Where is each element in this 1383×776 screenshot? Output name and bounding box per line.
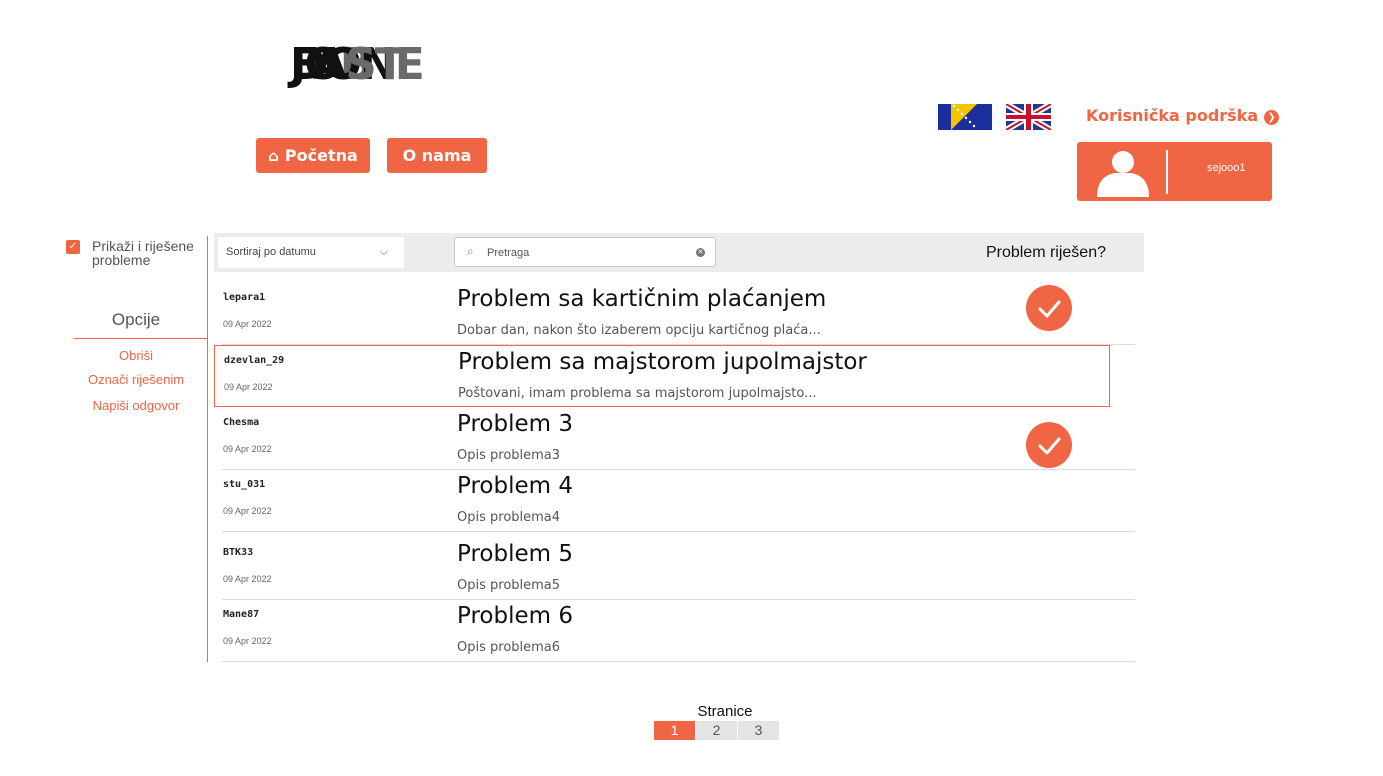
problem-title: Problem 6 [457,603,573,629]
toolbar: Sortiraj po datumu ⌵ ⌕ ✕ Problem riješen… [214,233,1144,272]
problem-description: Opis problema5 [457,578,561,593]
sort-dropdown[interactable]: Sortiraj po datumu ⌵ [218,237,404,268]
support-link-label: Korisnička podrška [1086,106,1259,125]
problem-date: 09 Apr 2022 [223,636,272,646]
problem-row[interactable]: BTK33 09 Apr 2022 Problem 5 Opis problem… [214,538,1135,600]
page-2-button[interactable]: 2 [696,721,738,740]
problem-title: Problem sa kartičnim plaćanjem [457,286,827,312]
sort-label: Sortiraj po datumu [226,246,316,258]
problem-title: Problem 4 [457,473,573,499]
problem-row[interactable]: Chesma 09 Apr 2022 Problem 3 Opis proble… [214,408,1135,470]
logo[interactable]: JOB DONE FAST [76,43,425,176]
problem-description: Opis problema4 [457,510,561,525]
problem-user: stu_031 [223,479,266,490]
problem-date: 09 Apr 2022 [223,574,272,584]
problem-description: Poštovani, imam problema sa majstorom ju… [458,386,817,401]
problem-user: Chesma [223,417,260,428]
user-avatar-icon [1097,151,1149,197]
problem-user: lepara1 [223,292,266,303]
panel-divider [207,236,208,662]
page-1-button[interactable]: 1 [654,721,696,740]
user-profile-button[interactable]: sejooo1 [1077,142,1272,201]
problem-description: Opis problema3 [457,448,561,463]
problem-user: BTK33 [223,547,254,558]
about-button-label: O nama [402,146,472,165]
problem-row[interactable]: stu_031 09 Apr 2022 Problem 4 Opis probl… [214,470,1135,532]
problem-row-selected[interactable]: dzevlan_29 09 Apr 2022 Problem sa majsto… [214,345,1110,407]
problem-date: 09 Apr 2022 [223,444,272,454]
clear-icon[interactable]: ✕ [696,248,705,257]
problem-date: 09 Apr 2022 [224,382,273,392]
delete-option[interactable]: Obriši [66,348,206,363]
support-link[interactable]: Korisnička podrška ❯ [1086,106,1280,125]
problem-description: Dobar dan, nakon što izaberem opciju kar… [457,323,821,338]
options-divider [74,338,207,339]
show-resolved-label[interactable]: Prikaži i riješene probleme [92,239,212,267]
home-button-label: Početna [284,146,358,165]
page-3-button[interactable]: 3 [738,721,780,740]
about-button[interactable]: O nama [387,138,487,173]
home-button[interactable]: ⌂ Početna [256,138,370,173]
english-flag-icon[interactable] [1006,104,1051,130]
divider [1166,150,1168,194]
home-icon: ⌂ [268,147,279,165]
logo-line-3: FAST [290,39,405,90]
problem-date: 09 Apr 2022 [223,506,272,516]
reply-option[interactable]: Napiši odgovor [66,398,206,413]
problem-user: Mane87 [223,609,260,620]
problem-user: dzevlan_29 [224,355,285,366]
problem-title: Problem 3 [457,411,573,437]
problem-row[interactable]: Mane87 09 Apr 2022 Problem 6 Opis proble… [214,600,1135,662]
arrow-right-icon: ❯ [1264,110,1280,125]
pagination-label: Stranice [697,703,753,720]
problem-title: Problem sa majstorom jupolmajstor [458,349,867,375]
problem-date: 09 Apr 2022 [223,319,272,329]
resolved-column-header: Problem riješen? [985,244,1106,261]
problem-row[interactable]: lepara1 09 Apr 2022 Problem sa kartičnim… [214,283,1135,345]
options-title: Opcije [111,310,161,329]
pagination: 1 2 3 [654,721,780,740]
resolved-check-icon [1026,422,1072,468]
problem-description: Opis problema6 [457,640,561,655]
resolved-check-icon [1026,285,1072,331]
problem-title: Problem 5 [457,541,573,567]
search-box: ⌕ ✕ [454,237,716,267]
username: sejooo1 [1207,162,1246,174]
search-icon: ⌕ [467,244,474,258]
mark-resolved-option[interactable]: Označi riješenim [66,372,206,387]
search-input[interactable] [485,243,689,263]
show-resolved-checkbox[interactable]: ✓ [66,240,80,254]
chevron-down-icon: ⌵ [379,246,388,258]
bosnian-flag-icon[interactable] [938,104,992,130]
